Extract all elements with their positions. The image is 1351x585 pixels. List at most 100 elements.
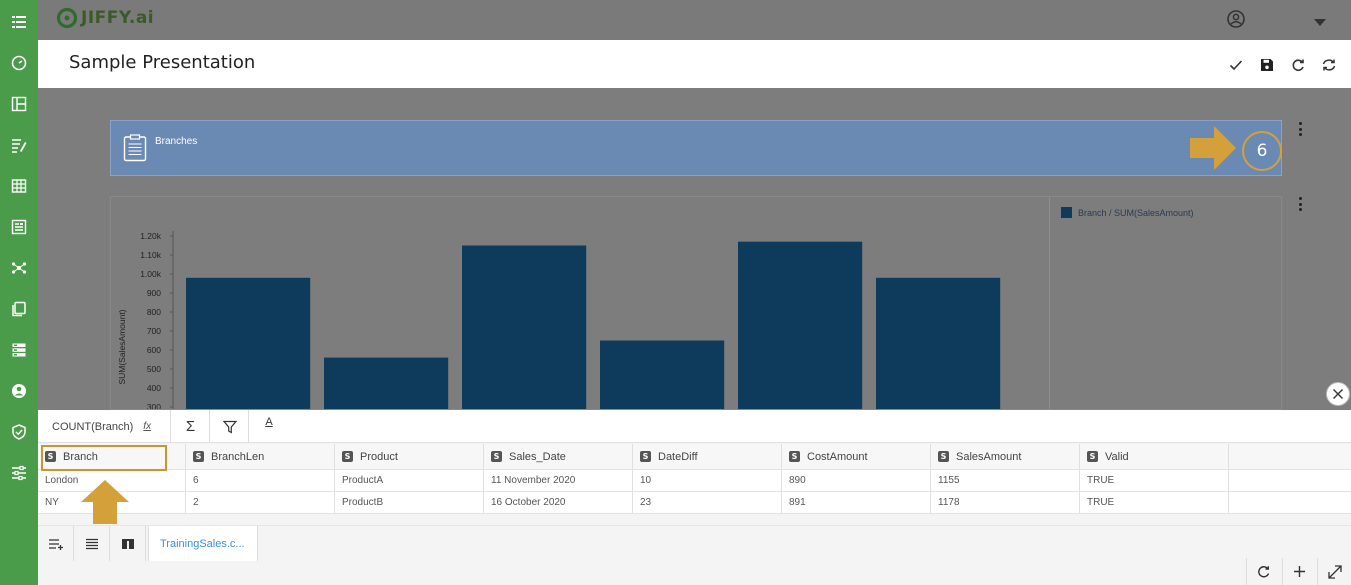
formula-field[interactable]: COUNT(Branch) fx [38,410,171,443]
bar-chart-panel[interactable]: 300 400 500 600 700 800 900 1.00k 1.10k 1.20k SUM(… [110,196,1282,410]
list-menu-icon[interactable] [9,12,29,32]
table-cell[interactable]: 11 November 2020 [484,470,633,491]
bar-chart: 300 400 500 600 700 800 900 1.00k 1.10k 1.20k SUM(… [117,231,1001,411]
table-cell[interactable]: ProductB [335,492,484,513]
grid-header-row: S Branch S BranchLen S Product S Sales_Date S Dat… [38,444,1351,470]
row-filler [1229,470,1351,491]
string-type-icon: S [640,451,651,462]
chart-bar[interactable] [186,277,311,410]
documents-icon[interactable] [9,299,29,319]
y-tick-label: 1.00k [140,269,162,279]
table-grid-icon[interactable] [9,176,29,196]
column-header-product[interactable]: S Product [335,444,484,469]
legend-divider [1049,197,1050,409]
table-cell[interactable]: 16 October 2020 [484,492,633,513]
app-logo[interactable]: JIFFY.ai [56,7,154,29]
refresh-icon[interactable] [1289,56,1307,74]
clipboard-icon [123,134,147,167]
column-header-branch[interactable]: S Branch [38,444,186,469]
string-type-icon: S [193,451,204,462]
column-header-salesamount[interactable]: S SalesAmount [931,444,1080,469]
kpi-more-options-icon[interactable] [1297,122,1303,136]
chart-more-options-icon[interactable] [1297,197,1303,211]
string-type-icon: S [45,451,56,462]
chart-legend: Branch / SUM(SalesAmount) [1061,207,1194,218]
text-format-button[interactable]: A [250,410,288,443]
table-cell[interactable]: 1155 [931,470,1080,491]
chart-bar[interactable] [876,277,1001,410]
close-panel-button[interactable] [1326,382,1350,406]
add-button[interactable] [1282,558,1316,585]
column-header-label: Branch [63,450,98,463]
table-cell[interactable]: ProductA [335,470,484,491]
column-header-branchlen[interactable]: S BranchLen [186,444,335,469]
column-header-costamount[interactable]: S CostAmount [782,444,931,469]
column-header-label: BranchLen [211,450,265,463]
annotation-arrow-right-icon [1190,126,1236,175]
table-cell[interactable]: 23 [633,492,782,513]
data-panel: COUNT(Branch) fx Σ A S Branch S BranchLen S P… [38,410,1351,585]
chart-bar[interactable] [462,245,587,411]
table-row[interactable]: London 6 ProductA 11 November 2020 10 890 1155… [38,470,1351,492]
add-rows-icon[interactable] [38,526,74,561]
column-header-valid[interactable]: S Valid [1080,444,1229,469]
table-cell[interactable]: 890 [782,470,931,491]
user-account-icon[interactable] [9,381,29,401]
column-header-label: Valid [1105,450,1129,463]
kpi-card[interactable]: Branches 6 [110,120,1282,176]
chart-bar[interactable] [324,357,449,410]
string-type-icon: S [789,451,800,462]
sheet-tab-trainingsales[interactable]: TrainingSales.c... [148,526,258,561]
table-cell[interactable]: 6 [186,470,335,491]
row-filler [1229,492,1351,513]
data-grid: S Branch S BranchLen S Product S Sales_Date S Dat… [38,444,1351,514]
chart-bar[interactable] [738,241,863,410]
chevron-down-icon[interactable] [1314,14,1326,32]
header-filler [1229,444,1351,469]
string-type-icon: S [1087,451,1098,462]
text-format-icon: A [265,416,273,428]
table-cell[interactable]: 10 [633,470,782,491]
user-profile-icon[interactable] [1226,9,1246,34]
reload-button[interactable] [1246,558,1280,585]
table-cell[interactable]: 2 [186,492,335,513]
database-icon[interactable] [9,340,29,360]
filter-button[interactable] [211,410,249,443]
sync-icon[interactable] [1320,56,1338,74]
check-icon[interactable] [1227,56,1245,74]
refresh-icon [1258,566,1270,578]
rows-view-icon[interactable] [74,526,110,561]
shield-check-icon[interactable] [9,422,29,442]
sigma-icon: Σ [185,418,196,435]
column-header-datediff[interactable]: S DateDiff [633,444,782,469]
annotation-arrow-up-icon [81,480,129,529]
kpi-label: Branches [155,136,198,147]
layout-icon[interactable] [9,94,29,114]
page-title: Sample Presentation [69,52,256,73]
bottom-tab-bar: TrainingSales.c... [38,525,1351,561]
legend-swatch [1061,207,1072,218]
column-header-sales-date[interactable]: S Sales_Date [484,444,633,469]
dashboard-gauge-icon[interactable] [9,53,29,73]
filter-icon [222,420,237,434]
table-row[interactable]: NY 2 ProductB 16 October 2020 23 891 1178 TRUE [38,492,1351,514]
table-cell[interactable]: 1178 [931,492,1080,513]
table-cell[interactable]: TRUE [1080,470,1229,491]
plus-icon [1294,566,1305,577]
column-header-label: SalesAmount [956,450,1022,463]
sum-aggregate-button[interactable]: Σ [172,410,210,443]
form-icon[interactable] [9,217,29,237]
edit-list-icon[interactable] [9,135,29,155]
y-tick-label: 600 [147,345,161,355]
columns-view-icon[interactable] [110,526,146,561]
fx-button[interactable]: fx [143,421,151,432]
table-cell[interactable]: 891 [782,492,931,513]
save-icon[interactable] [1258,56,1276,74]
close-icon [1333,389,1343,399]
expand-button[interactable] [1317,558,1351,585]
chart-bar[interactable] [600,340,725,411]
table-cell[interactable]: TRUE [1080,492,1229,513]
y-tick-label: 800 [147,307,161,317]
network-nodes-icon[interactable] [9,258,29,278]
settings-sliders-icon[interactable] [9,463,29,483]
